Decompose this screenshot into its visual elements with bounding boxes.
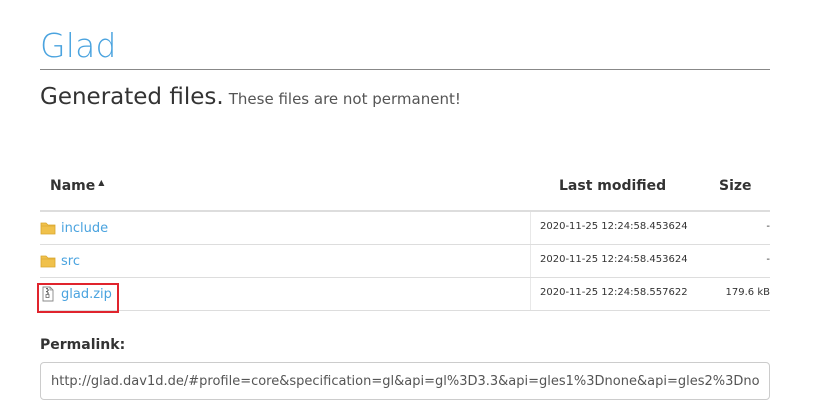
column-header-name-label: Name [50, 178, 96, 194]
modified-cell: 2020-11-25 12:24:58.453624 [540, 254, 688, 265]
file-name-cell: glad.zip [37, 283, 119, 313]
files-table: Name ▲ Last modified Size include 2020-11… [37, 168, 770, 313]
page-heading: Generated files. These files are not per… [40, 82, 461, 114]
modified-cell: 2020-11-25 12:24:58.453624 [540, 221, 688, 232]
folder-link-include[interactable]: include [61, 221, 108, 236]
page: Glad Generated files. These files are no… [0, 0, 820, 417]
folder-icon [40, 222, 56, 235]
modified-cell: 2020-11-25 12:24:58.557622 [540, 287, 688, 298]
file-name-cell: src [40, 251, 80, 271]
folder-link-src[interactable]: src [61, 254, 80, 269]
permalink-label: Permalink: [40, 337, 126, 353]
column-divider [530, 212, 531, 244]
table-row: glad.zip 2020-11-25 12:24:58.557622 179.… [37, 278, 770, 313]
heading-subtitle: These files are not permanent! [228, 90, 461, 108]
size-cell: - [766, 221, 770, 232]
file-name-cell: include [40, 218, 108, 238]
table-header: Name ▲ Last modified Size [40, 168, 770, 212]
site-title[interactable]: Glad [40, 26, 117, 66]
size-cell: 179.6 kB [725, 287, 770, 298]
table-row: include 2020-11-25 12:24:58.453624 - [40, 212, 770, 245]
highlight-box [37, 283, 119, 313]
column-header-name[interactable]: Name ▲ [50, 178, 104, 194]
title-divider [40, 69, 770, 70]
permalink-input[interactable] [40, 362, 770, 400]
folder-icon [40, 255, 56, 268]
column-divider [530, 245, 531, 277]
sort-ascending-icon: ▲ [98, 178, 105, 187]
column-header-last-modified[interactable]: Last modified [559, 178, 666, 194]
table-row: src 2020-11-25 12:24:58.453624 - [40, 245, 770, 278]
column-divider [530, 278, 531, 310]
size-cell: - [766, 254, 770, 265]
column-header-size[interactable]: Size [719, 178, 752, 194]
heading-main: Generated files. [40, 84, 224, 110]
